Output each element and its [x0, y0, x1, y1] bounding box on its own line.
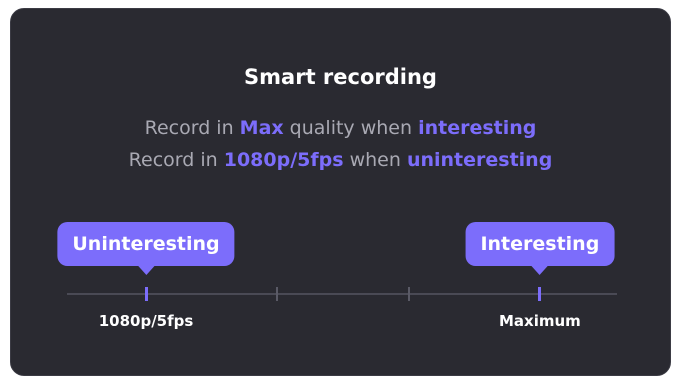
- slider-stop[interactable]: [407, 287, 410, 301]
- description-line-interesting: Record in Max quality when interesting: [11, 115, 670, 141]
- slider-stop[interactable]: [276, 287, 279, 301]
- quality-slider[interactable]: [67, 287, 617, 301]
- interesting-handle[interactable]: Interesting: [465, 222, 615, 275]
- line1-condition: interesting: [418, 117, 537, 139]
- slider-stop-active[interactable]: [144, 287, 148, 301]
- slider-stop-active[interactable]: [538, 287, 542, 301]
- max-quality-label: Maximum: [498, 312, 581, 330]
- uninteresting-handle[interactable]: Uninteresting: [57, 222, 235, 275]
- line1-prefix: Record in: [144, 117, 240, 139]
- line2-prefix: Record in: [128, 149, 224, 171]
- line2-quality: 1080p/5fps: [223, 149, 344, 171]
- line1-middle: quality when: [283, 117, 419, 139]
- line2-middle: when: [343, 149, 407, 171]
- smart-recording-card: Smart recording Record in Max quality wh…: [10, 8, 671, 376]
- line2-condition: uninteresting: [406, 149, 553, 171]
- slider-track[interactable]: [67, 293, 617, 295]
- card-title: Smart recording: [244, 65, 437, 89]
- min-quality-label: 1080p/5fps: [98, 312, 194, 330]
- description-line-uninteresting: Record in 1080p/5fps when uninteresting: [11, 147, 670, 173]
- line1-quality: Max: [239, 117, 284, 139]
